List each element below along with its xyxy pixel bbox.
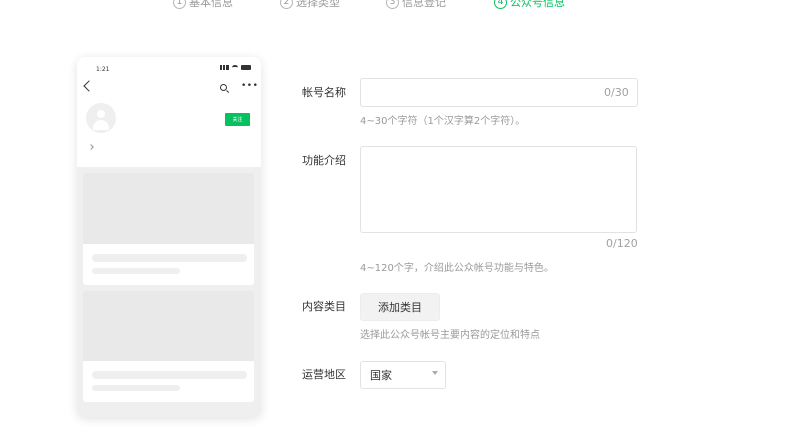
region-label: 运营地区 [302, 368, 346, 381]
avatar-head-shape [97, 110, 105, 118]
category-hint: 选择此公众号帐号主要内容的定位和特点 [360, 330, 540, 341]
search-icon [220, 84, 227, 91]
back-icon [83, 80, 95, 92]
step-number: 2 [280, 0, 293, 9]
step-1: 1 基本信息 [173, 0, 233, 10]
step-label: 信息登记 [402, 0, 446, 9]
phone-preview: 1:21 ••• 关注 [77, 57, 261, 417]
step-number: 3 [386, 0, 399, 9]
text-placeholder-bar [92, 371, 247, 379]
intro-counter: 0/120 [606, 237, 638, 250]
card-footer [83, 361, 254, 402]
region-selected-value: 国家 [370, 369, 392, 382]
follow-button: 关注 [225, 113, 250, 126]
profile-header: 1:21 ••• 关注 [77, 57, 261, 167]
account-name-hint: 4~30个字符（1个汉字算2个字符）。 [360, 116, 526, 127]
signal-icon [220, 65, 229, 70]
intro-label: 功能介绍 [302, 154, 346, 167]
add-category-button[interactable]: 添加类目 [360, 293, 440, 321]
intro-textarea[interactable] [360, 146, 637, 233]
battery-icon [241, 65, 251, 70]
add-category-button-label: 添加类目 [378, 301, 422, 314]
more-icon: ••• [241, 81, 259, 91]
step-3: 3 信息登记 [386, 0, 446, 10]
chevron-right-icon [88, 144, 94, 150]
account-name-counter: 0/30 [604, 86, 629, 99]
avatar [86, 103, 116, 133]
step-number: 1 [173, 0, 186, 9]
category-label: 内容类目 [302, 300, 346, 313]
intro-hint: 4~120个字，介绍此公众帐号功能与特色。 [360, 263, 554, 274]
chevron-down-icon [432, 371, 438, 375]
step-label: 选择类型 [296, 0, 340, 9]
wifi-icon [232, 65, 238, 70]
account-name-input[interactable] [360, 78, 638, 107]
text-placeholder-bar [92, 385, 180, 391]
step-label: 基本信息 [189, 0, 233, 9]
step-2: 2 选择类型 [280, 0, 340, 10]
status-icons [220, 65, 251, 70]
region-select[interactable]: 国家 [360, 361, 446, 389]
avatar-body-shape [93, 120, 109, 130]
step-label: 公众号信息 [510, 0, 565, 9]
text-placeholder-bar [92, 254, 247, 262]
status-time: 1:21 [96, 66, 110, 73]
article-card-placeholder [83, 291, 254, 402]
step-indicator: 1 基本信息 2 选择类型 3 信息登记 4 公众号信息 [0, 0, 802, 14]
step-number: 4 [494, 0, 507, 9]
card-footer [83, 244, 254, 285]
text-placeholder-bar [92, 268, 180, 274]
step-4: 4 公众号信息 [494, 0, 565, 10]
article-card-placeholder [83, 173, 254, 285]
account-name-label: 帐号名称 [302, 86, 346, 99]
